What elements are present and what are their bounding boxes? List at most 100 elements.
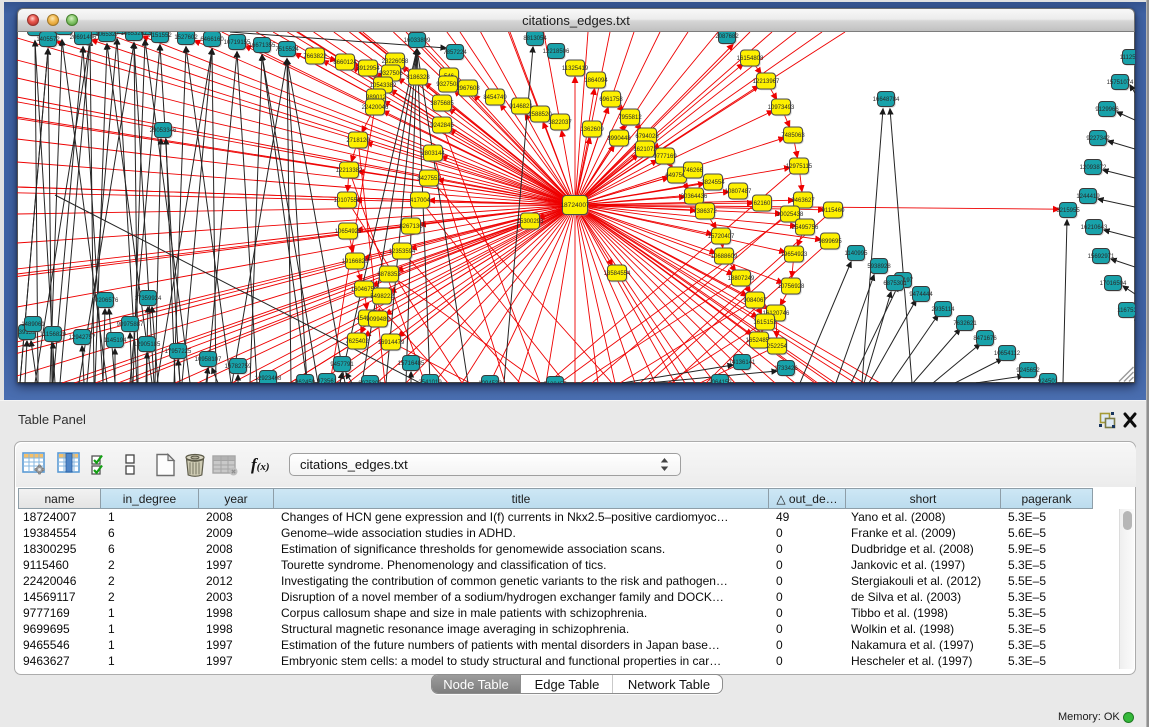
svg-text:10688609: 10688609 bbox=[711, 254, 738, 260]
svg-text:90975887: 90975887 bbox=[117, 322, 144, 328]
svg-text:6794028: 6794028 bbox=[635, 134, 659, 140]
svg-text:10719155: 10719155 bbox=[224, 40, 251, 46]
svg-text:8186328: 8186328 bbox=[406, 75, 430, 81]
svg-text:10807487: 10807487 bbox=[725, 189, 752, 195]
svg-text:1244419: 1244419 bbox=[1076, 194, 1100, 200]
svg-text:5938928: 5938928 bbox=[867, 264, 891, 270]
svg-text:116753: 116753 bbox=[1117, 308, 1135, 314]
svg-text:2718120: 2718120 bbox=[346, 138, 370, 144]
svg-text:17957225: 17957225 bbox=[165, 349, 192, 355]
svg-text:20206576: 20206576 bbox=[92, 298, 119, 304]
svg-text:19654923: 19654923 bbox=[781, 252, 808, 258]
svg-text:14136141: 14136141 bbox=[729, 360, 756, 366]
svg-text:16671355: 16671355 bbox=[249, 43, 276, 49]
svg-text:7857224: 7857224 bbox=[443, 50, 467, 56]
svg-text:29053346: 29053346 bbox=[150, 128, 177, 134]
svg-text:7485063: 7485063 bbox=[781, 133, 805, 139]
svg-text:1733426: 1733426 bbox=[774, 366, 798, 372]
svg-text:2541019: 2541019 bbox=[418, 380, 442, 383]
svg-text:10756928: 10756928 bbox=[778, 284, 805, 290]
svg-text:11156829: 11156829 bbox=[40, 332, 66, 338]
svg-text:16914479: 16914479 bbox=[378, 340, 405, 346]
svg-text:2967608: 2967608 bbox=[456, 86, 480, 92]
svg-text:2087682: 2087682 bbox=[715, 34, 739, 40]
svg-text:9899695: 9899695 bbox=[818, 239, 842, 245]
svg-text:12353594: 12353594 bbox=[389, 249, 416, 255]
svg-text:252254: 252254 bbox=[767, 344, 788, 350]
svg-text:15692971: 15692971 bbox=[1088, 254, 1115, 260]
svg-text:15720407: 15720407 bbox=[708, 234, 735, 240]
svg-text:9463627: 9463627 bbox=[791, 198, 815, 204]
svg-text:7151552: 7151552 bbox=[148, 33, 172, 39]
svg-text:18807249: 18807249 bbox=[728, 276, 755, 282]
svg-text:9084067: 9084067 bbox=[743, 298, 767, 304]
svg-text:1405572: 1405572 bbox=[36, 37, 60, 43]
svg-text:8427552: 8427552 bbox=[417, 176, 441, 182]
svg-text:1527602: 1527602 bbox=[174, 35, 198, 41]
svg-text:13584554: 13584554 bbox=[604, 271, 631, 277]
svg-text:7625402: 7625402 bbox=[345, 339, 369, 345]
svg-text:1094532: 1094532 bbox=[478, 381, 502, 383]
svg-text:3824554: 3824554 bbox=[701, 180, 725, 186]
svg-text:8267130: 8267130 bbox=[399, 224, 423, 230]
svg-text:9115460: 9115460 bbox=[822, 208, 846, 214]
svg-text:10654925: 10654925 bbox=[335, 229, 362, 235]
svg-text:3875685: 3875685 bbox=[430, 101, 454, 107]
svg-text:1064152: 1064152 bbox=[708, 380, 732, 383]
svg-text:746266: 746266 bbox=[683, 168, 704, 174]
svg-text:12213382: 12213382 bbox=[336, 168, 363, 174]
svg-text:15716485: 15716485 bbox=[398, 361, 425, 367]
svg-text:10973493: 10973493 bbox=[768, 105, 795, 111]
svg-text:7955812: 7955812 bbox=[618, 115, 642, 121]
svg-text:2588520: 2588520 bbox=[528, 112, 552, 118]
svg-text:973561: 973561 bbox=[317, 379, 338, 383]
svg-text:9146821: 9146821 bbox=[509, 104, 533, 110]
svg-text:417004: 417004 bbox=[410, 198, 431, 204]
svg-text:9457791: 9457791 bbox=[330, 362, 354, 368]
svg-text:7663822: 7663822 bbox=[303, 54, 327, 60]
svg-text:12213967: 12213967 bbox=[753, 79, 780, 85]
svg-text:9327506: 9327506 bbox=[379, 71, 403, 77]
svg-text:18724007: 18724007 bbox=[560, 202, 590, 209]
svg-text:12975115: 12975115 bbox=[786, 164, 813, 170]
svg-text:20364436: 20364436 bbox=[681, 194, 708, 200]
svg-text:12942757: 12942757 bbox=[69, 335, 96, 341]
svg-text:9129966: 9129966 bbox=[1095, 107, 1119, 113]
svg-text:1362609: 1362609 bbox=[580, 127, 604, 133]
svg-text:19166829: 19166829 bbox=[342, 259, 369, 265]
svg-text:9099489: 9099489 bbox=[366, 317, 390, 323]
svg-text:10654112: 10654112 bbox=[994, 351, 1021, 357]
svg-text:1489061: 1489061 bbox=[21, 322, 45, 328]
svg-text:9227342: 9227342 bbox=[1086, 136, 1110, 142]
svg-text:23226058: 23226058 bbox=[382, 59, 409, 65]
svg-text:1621072: 1621072 bbox=[633, 147, 657, 153]
svg-text:1065327: 1065327 bbox=[95, 32, 119, 38]
svg-text:11325419: 11325419 bbox=[562, 66, 589, 72]
svg-text:6466160: 6466160 bbox=[200, 37, 224, 43]
svg-text:924501: 924501 bbox=[1038, 379, 1059, 383]
svg-text:8471676: 8471676 bbox=[973, 336, 997, 342]
svg-text:3822037: 3822037 bbox=[548, 120, 572, 126]
svg-text:25495756: 25495756 bbox=[792, 225, 819, 231]
svg-text:2803144: 2803144 bbox=[421, 151, 445, 157]
svg-text:16782759: 16782759 bbox=[225, 364, 252, 370]
svg-text:1145194: 1145194 bbox=[104, 338, 128, 344]
svg-text:6961758: 6961758 bbox=[599, 97, 623, 103]
svg-text:12093872: 12093872 bbox=[1080, 165, 1107, 171]
svg-text:3912954: 3912954 bbox=[356, 66, 380, 72]
svg-text:10653267: 10653267 bbox=[121, 32, 148, 37]
svg-text:12923468: 12923468 bbox=[255, 376, 282, 382]
svg-text:9242845: 9242845 bbox=[430, 123, 454, 129]
svg-text:8975301: 8975301 bbox=[358, 381, 382, 383]
svg-text:10107554: 10107554 bbox=[334, 198, 361, 204]
svg-text:9120455: 9120455 bbox=[543, 382, 567, 383]
svg-text:6875301: 6875301 bbox=[883, 281, 907, 287]
svg-text:10958107: 10958107 bbox=[195, 357, 222, 363]
svg-text:3215955: 3215955 bbox=[1056, 208, 1080, 214]
svg-text:8990448: 8990448 bbox=[607, 136, 631, 142]
svg-text:9245652: 9245652 bbox=[1016, 368, 1040, 374]
svg-text:12905185: 12905185 bbox=[134, 342, 161, 348]
svg-text:2935114: 2935114 bbox=[932, 307, 956, 313]
svg-text:16033809: 16033809 bbox=[404, 38, 431, 44]
svg-text:16648784: 16648784 bbox=[873, 97, 900, 103]
